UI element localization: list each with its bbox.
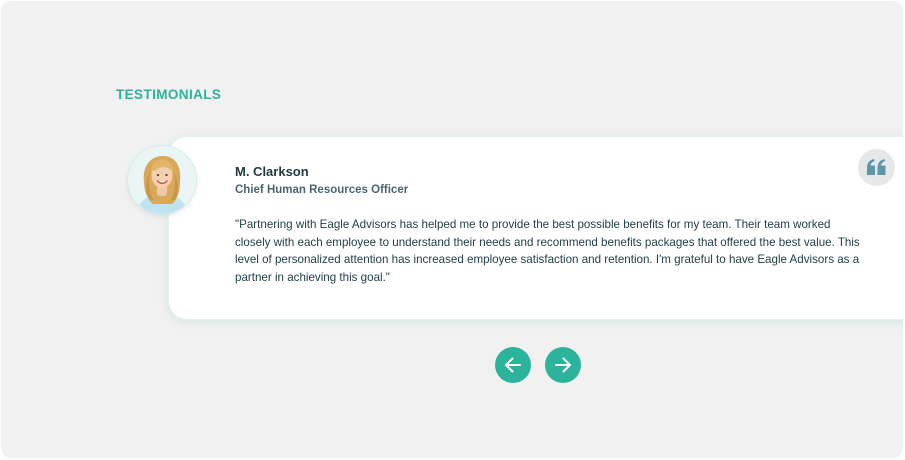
reviewer-name: M. Clarkson (235, 164, 309, 179)
arrow-left-icon (505, 357, 521, 373)
portrait-photo (128, 146, 196, 214)
testimonials-section: TESTIMONIALS M. Clarkson Chief Human Res… (1, 1, 903, 458)
avatar (128, 146, 196, 214)
reviewer-role: Chief Human Resources Officer (235, 184, 409, 196)
testimonial-quote: "Partnering with Eagle Advisors has help… (235, 218, 860, 284)
quote-icon (867, 159, 886, 175)
section-heading: TESTIMONIALS (116, 87, 222, 102)
next-button[interactable] (545, 347, 581, 383)
arrow-right-icon (555, 357, 571, 373)
previous-button[interactable] (495, 347, 531, 383)
quote-badge (858, 149, 895, 186)
